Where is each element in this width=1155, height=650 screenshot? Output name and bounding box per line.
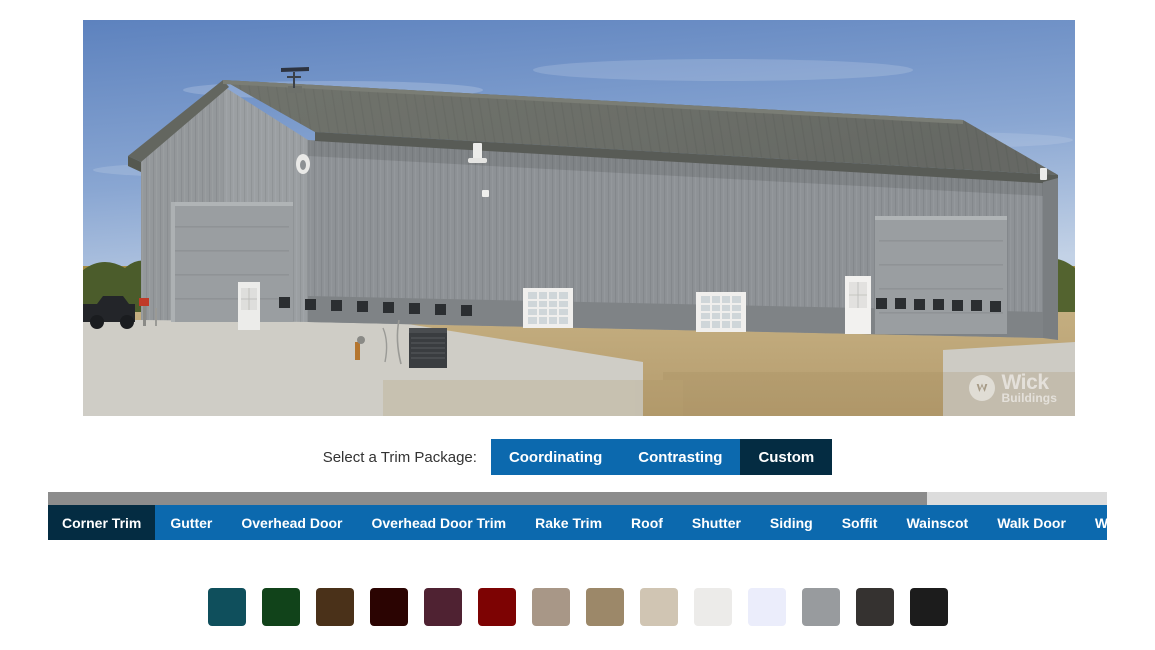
trim-package-option-contrasting[interactable]: Contrasting (620, 439, 741, 475)
color-swatch-charcoal[interactable] (855, 588, 894, 626)
tab-overhead-door-trim[interactable]: Overhead Door Trim (357, 505, 522, 540)
tab-rake-trim[interactable]: Rake Trim (521, 505, 618, 540)
tab-shutter[interactable]: Shutter (677, 505, 756, 540)
color-swatch-taupe[interactable] (531, 588, 570, 626)
color-swatch-pale-blue-white[interactable] (747, 588, 786, 626)
component-tabs: Corner Trim Gutter Overhead Door Overhea… (48, 505, 1107, 540)
building-preview-image: Wick Buildings (83, 20, 1075, 416)
tab-roof[interactable]: Roof (617, 505, 678, 540)
tab-corner-trim[interactable]: Corner Trim (48, 505, 157, 540)
trim-package-option-coordinating[interactable]: Coordinating (490, 439, 621, 475)
component-tabs-region: Corner Trim Gutter Overhead Door Overhea… (48, 492, 1107, 540)
color-swatch-palette (0, 588, 1155, 626)
color-swatch-gray[interactable] (801, 588, 840, 626)
tab-wainscot[interactable]: Wainscot (892, 505, 984, 540)
color-swatch-khaki[interactable] (585, 588, 624, 626)
tab-siding[interactable]: Siding (755, 505, 828, 540)
building-illustration (83, 20, 1075, 416)
tabs-scrollbar-thumb[interactable] (48, 492, 927, 505)
color-swatch-red[interactable] (477, 588, 516, 626)
color-swatch-off-white[interactable] (693, 588, 732, 626)
tab-soffit[interactable]: Soffit (827, 505, 893, 540)
color-swatch-forest-green[interactable] (261, 588, 300, 626)
color-swatch-teal[interactable] (207, 588, 246, 626)
tab-window[interactable]: Window (1080, 505, 1107, 540)
trim-package-selector: Select a Trim Package: Coordinating Cont… (0, 438, 1155, 476)
trim-package-label: Select a Trim Package: (322, 448, 477, 466)
tabs-horizontal-scrollbar[interactable] (48, 492, 1107, 505)
color-swatch-dark-maroon[interactable] (369, 588, 408, 626)
tab-gutter[interactable]: Gutter (156, 505, 228, 540)
color-configurator-page: Wick Buildings Select a Trim Package: Co… (0, 0, 1155, 650)
color-swatch-beige[interactable] (639, 588, 678, 626)
tab-overhead-door[interactable]: Overhead Door (227, 505, 358, 540)
trim-package-button-group: Coordinating Contrasting Custom (490, 439, 833, 475)
color-swatch-black[interactable] (909, 588, 948, 626)
tab-walk-door[interactable]: Walk Door (983, 505, 1081, 540)
trim-package-option-custom[interactable]: Custom (740, 439, 833, 475)
color-swatch-plum[interactable] (423, 588, 462, 626)
color-swatch-brown[interactable] (315, 588, 354, 626)
